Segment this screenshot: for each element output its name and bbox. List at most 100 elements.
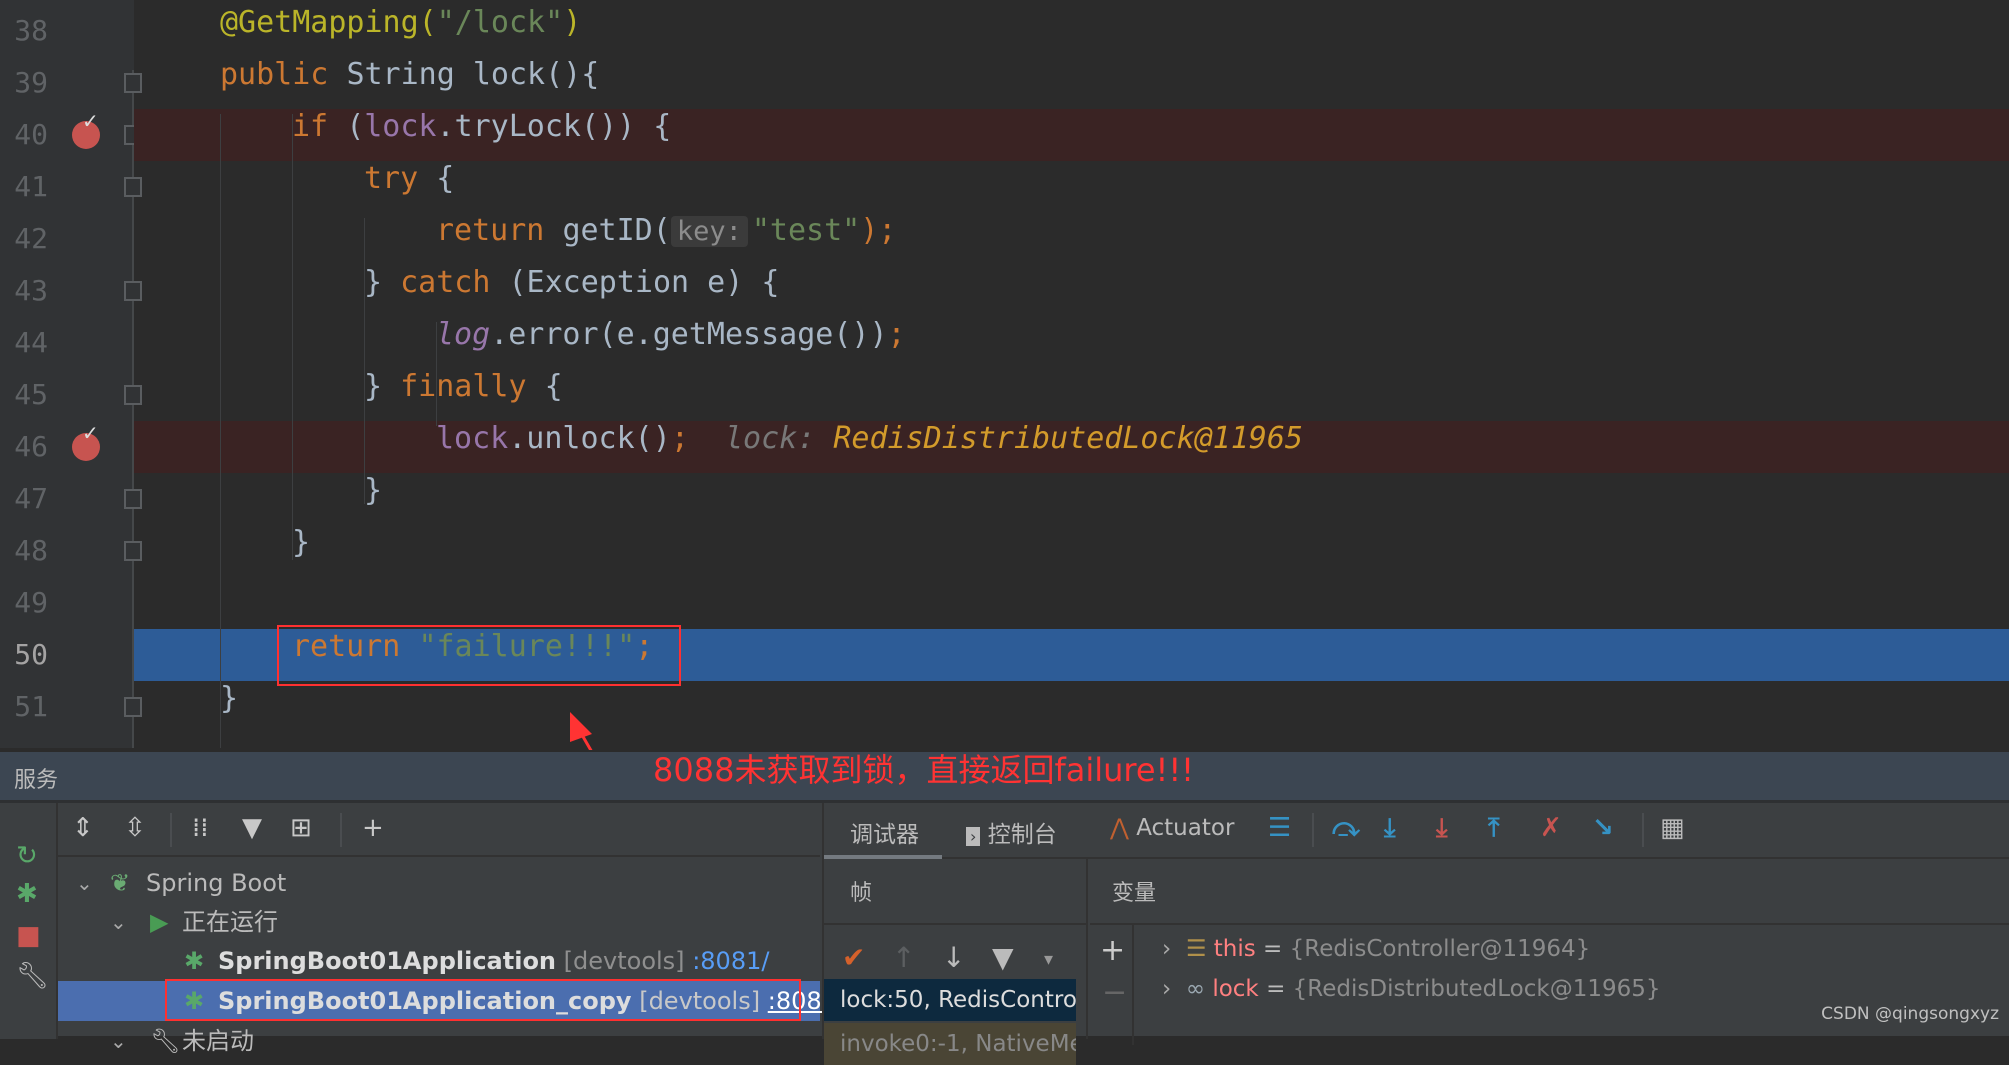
- separator: [340, 813, 342, 847]
- code-editor[interactable]: 3839404142434445464748495051 @GetMapping…: [0, 0, 2009, 748]
- tab-actuator-label: Actuator: [1136, 815, 1235, 841]
- variable-name: lock: [1212, 976, 1259, 1002]
- indent-guide: [220, 114, 221, 748]
- line-number[interactable]: 45: [0, 369, 48, 421]
- line-number[interactable]: 44: [0, 317, 48, 369]
- app-port-link[interactable]: :8081/: [692, 947, 769, 975]
- tree-item-spring-boot[interactable]: ⌄ ❦ Spring Boot: [58, 863, 820, 903]
- code-token: }: [220, 681, 239, 716]
- debug-icon[interactable]: ✱: [16, 879, 38, 909]
- line-number[interactable]: 38: [0, 5, 48, 57]
- arrow-down-icon[interactable]: ↓: [942, 941, 965, 974]
- rerun-icon[interactable]: ↻: [16, 841, 38, 871]
- chevron-down-icon[interactable]: ⌄: [76, 863, 93, 903]
- code-token: (: [346, 109, 365, 144]
- tree-item-app-8081[interactable]: ✱ SpringBoot01Application [devtools] :80…: [58, 941, 820, 981]
- code-line[interactable]: [134, 525, 2009, 577]
- breakpoint-icon[interactable]: [72, 109, 100, 149]
- code-token: .error(e.getMessage()): [490, 317, 888, 352]
- line-number[interactable]: 48: [0, 525, 48, 577]
- code-line[interactable]: [134, 213, 2009, 265]
- dropdown-icon[interactable]: ▾: [1044, 949, 1053, 970]
- run-to-cursor-icon[interactable]: ↘: [1592, 813, 1614, 843]
- code-token: .tryLock()) {: [436, 109, 672, 144]
- watch-glasses-icon: ∞: [1185, 976, 1205, 1002]
- filter-icon[interactable]: ▼: [992, 941, 1014, 974]
- step-over-icon[interactable]: ⤼: [1332, 813, 1360, 844]
- checkmark-icon[interactable]: ✔: [842, 941, 865, 974]
- code-token: "test": [751, 213, 861, 248]
- tab-console-label: 控制台: [987, 822, 1057, 848]
- breakpoint-icon[interactable]: [72, 421, 100, 461]
- line-number[interactable]: 50: [0, 629, 48, 681]
- add-service-icon[interactable]: +: [362, 813, 384, 843]
- stop-icon[interactable]: ■: [16, 921, 41, 951]
- code-token: .unlock(): [508, 421, 671, 456]
- frames-pane: 帧 ✔ ↑ ↓ ▼ ▾ lock:50, RedisController inv…: [824, 859, 1088, 1065]
- line-number[interactable]: 40: [0, 109, 48, 161]
- line-number[interactable]: 47: [0, 473, 48, 525]
- chevron-down-icon[interactable]: ⌄: [110, 902, 127, 942]
- variable-value: {RedisDistributedLock@11965}: [1292, 976, 1661, 1002]
- code-token: lock: [436, 421, 509, 456]
- variable-name: this: [1213, 936, 1256, 962]
- chevron-right-icon[interactable]: ›: [1162, 976, 1171, 1002]
- line-number[interactable]: 41: [0, 161, 48, 213]
- console-icon: ›: [966, 827, 981, 846]
- code-text: }: [292, 525, 310, 577]
- remove-watch-icon[interactable]: −: [1102, 975, 1127, 1010]
- new-tab-icon[interactable]: ⊞: [290, 813, 312, 843]
- arrow-up-icon[interactable]: ↑: [892, 941, 915, 974]
- evaluate-expression-icon[interactable]: ▦: [1660, 813, 1685, 843]
- variable-lock[interactable]: › ∞ lock = {RedisDistributedLock@11965}: [1162, 969, 1661, 1009]
- code-token: if: [292, 109, 347, 144]
- chevron-down-icon[interactable]: ⌄: [110, 1021, 127, 1061]
- collapse-all-icon[interactable]: ⇳: [124, 813, 146, 843]
- code-line[interactable]: [134, 473, 2009, 525]
- code-token: }: [292, 525, 311, 560]
- watermark: CSDN @qingsongxyz: [1821, 1004, 1999, 1024]
- variable-this[interactable]: › ☰ this = {RedisController@11964}: [1162, 929, 1590, 969]
- chevron-right-icon[interactable]: ›: [1162, 936, 1171, 962]
- code-token: ;: [670, 421, 689, 456]
- line-number[interactable]: 46: [0, 421, 48, 473]
- line-number[interactable]: 49: [0, 577, 48, 629]
- code-token: }: [364, 265, 401, 300]
- code-line[interactable]: [134, 317, 2009, 369]
- code-token: );: [860, 213, 897, 248]
- code-text: }: [220, 681, 238, 733]
- editor-gutter[interactable]: 3839404142434445464748495051: [0, 0, 142, 748]
- line-number[interactable]: 42: [0, 213, 48, 265]
- tree-item-running[interactable]: ⌄ ▶ 正在运行: [58, 902, 820, 942]
- filter-icon[interactable]: ▼: [242, 813, 262, 843]
- code-token: String lock(){: [346, 57, 600, 92]
- tab-actuator[interactable]: ⋀ Actuator: [1110, 815, 1234, 841]
- code-token: getID(: [562, 213, 671, 248]
- drop-frame-icon[interactable]: ✗: [1540, 813, 1562, 843]
- code-line[interactable]: [134, 681, 2009, 733]
- step-out-icon[interactable]: ⤒: [1488, 813, 1500, 844]
- group-by-icon[interactable]: ⁞⁞: [192, 813, 209, 843]
- code-line[interactable]: [134, 577, 2009, 629]
- line-number[interactable]: 51: [0, 681, 48, 733]
- add-watch-icon[interactable]: +: [1100, 933, 1125, 968]
- frame-item[interactable]: invoke0:-1, NativeMethodAccessorImpl: [824, 1023, 1076, 1065]
- wrench-icon[interactable]: 🔧︎: [16, 961, 49, 991]
- separator: [170, 813, 172, 847]
- expand-all-icon[interactable]: ⇕: [72, 813, 94, 843]
- tab-debugger[interactable]: 调试器: [850, 815, 919, 849]
- code-token: finally: [400, 369, 545, 404]
- show-execution-point-icon[interactable]: ☰: [1268, 813, 1291, 843]
- frame-item-selected[interactable]: lock:50, RedisController: [824, 979, 1076, 1021]
- force-step-into-icon[interactable]: ⤓: [1436, 813, 1448, 844]
- step-into-icon[interactable]: ⤓: [1384, 813, 1396, 844]
- code-token: "/lock": [436, 5, 564, 40]
- debug-bug-icon: ✱: [184, 947, 205, 975]
- tree-item-not-started[interactable]: ⌄ 🔧︎ 未启动: [58, 1021, 820, 1061]
- tab-console[interactable]: › 控制台: [966, 815, 1057, 849]
- line-number[interactable]: 43: [0, 265, 48, 317]
- variables-side-toolbar: + −: [1090, 925, 1134, 1045]
- line-number[interactable]: 39: [0, 57, 48, 109]
- services-side-toolbar: ↻ ✱ ■ 🔧︎: [0, 803, 58, 1039]
- code-text: } catch (Exception e) {: [364, 265, 779, 317]
